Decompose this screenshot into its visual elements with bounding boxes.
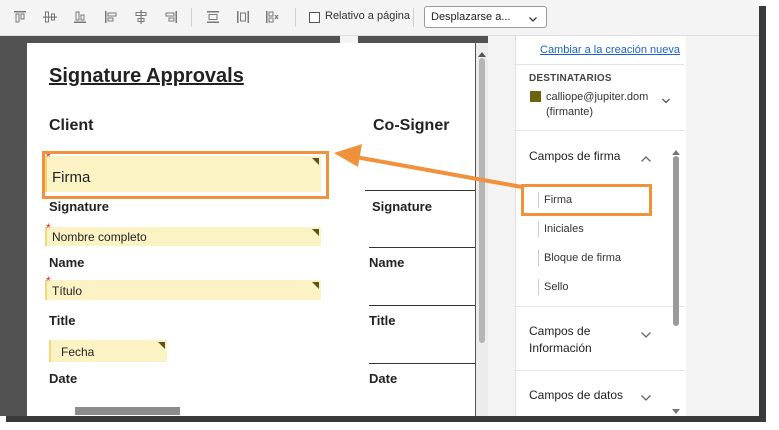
app-window: Relativo a página Desplazarse a... Signa… bbox=[0, 0, 759, 416]
window-shadow bbox=[6, 416, 766, 422]
drag-arrow bbox=[334, 144, 523, 189]
window-shadow bbox=[759, 6, 766, 420]
